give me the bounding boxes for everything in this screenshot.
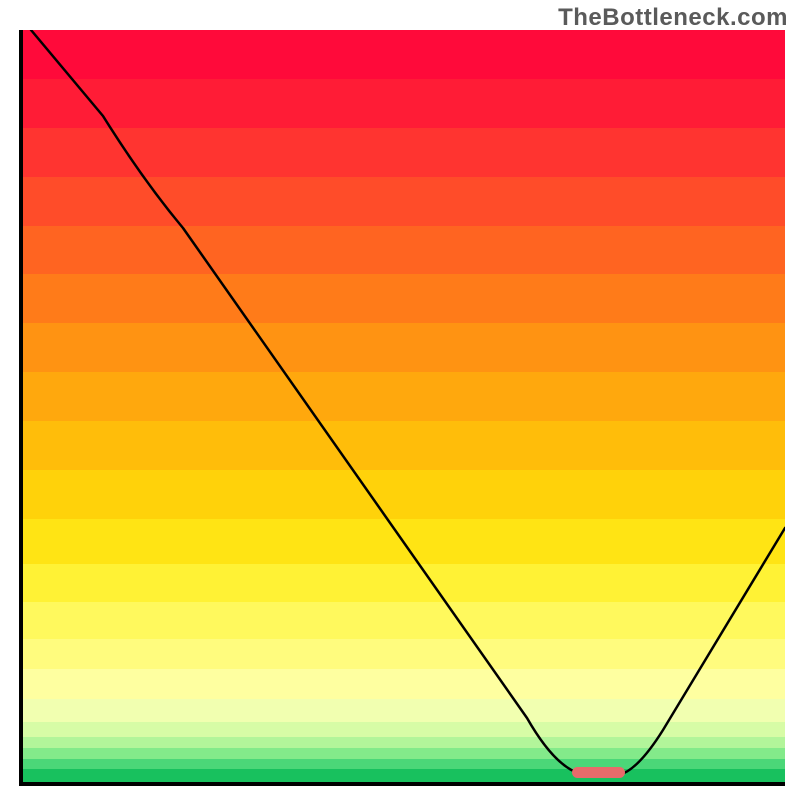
watermark-label: TheBottleneck.com	[558, 4, 788, 32]
minimum-marker	[572, 767, 625, 778]
bottleneck-chart	[19, 30, 785, 786]
bottleneck-curve-path	[31, 30, 785, 775]
curve-svg	[23, 30, 785, 782]
